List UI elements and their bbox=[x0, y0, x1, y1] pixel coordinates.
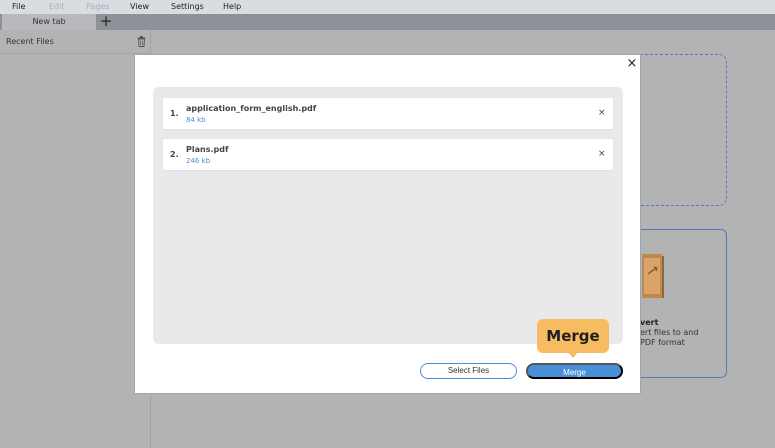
convert-description: ert files to and PDF format bbox=[640, 328, 699, 347]
sidebar-title: Recent Files bbox=[6, 37, 54, 46]
convert-file-icon bbox=[642, 254, 664, 298]
file-index: 1. bbox=[170, 109, 179, 118]
close-icon[interactable]: × bbox=[626, 57, 638, 70]
merge-tooltip: Merge bbox=[537, 319, 609, 353]
file-list: 1. application_form_english.pdf 84 kb × … bbox=[153, 87, 623, 344]
sidebar-header: Recent Files bbox=[0, 30, 150, 54]
file-list-item[interactable]: 2. Plans.pdf 246 kb × bbox=[163, 139, 613, 170]
file-name: Plans.pdf bbox=[186, 145, 229, 154]
file-list-item[interactable]: 1. application_form_english.pdf 84 kb × bbox=[163, 98, 613, 129]
menu-view[interactable]: View bbox=[130, 2, 149, 12]
tooltip-arrow bbox=[568, 352, 578, 358]
select-files-button[interactable]: Select Files bbox=[420, 363, 517, 379]
convert-card[interactable]: vert ert files to and PDF format bbox=[640, 229, 727, 378]
drop-zone[interactable] bbox=[640, 54, 727, 206]
remove-file-icon[interactable]: × bbox=[598, 149, 606, 159]
sidebar: Recent Files bbox=[0, 30, 151, 448]
remove-file-icon[interactable]: × bbox=[598, 108, 606, 118]
file-size: 84 kb bbox=[186, 116, 206, 124]
new-tab-button[interactable]: + bbox=[99, 14, 113, 30]
merge-button[interactable]: Merge bbox=[526, 363, 623, 379]
file-size: 246 kb bbox=[186, 157, 211, 165]
menu-file[interactable]: File bbox=[12, 2, 25, 12]
menu-edit[interactable]: Edit bbox=[49, 2, 65, 12]
menu-settings[interactable]: Settings bbox=[171, 2, 204, 12]
menu-bar: File Edit Pages View Settings Help bbox=[0, 0, 775, 14]
tab-bar: New tab + bbox=[0, 14, 775, 30]
convert-title: vert bbox=[640, 318, 659, 327]
trash-icon[interactable] bbox=[137, 36, 146, 47]
menu-help[interactable]: Help bbox=[223, 2, 241, 12]
menu-pages[interactable]: Pages bbox=[86, 2, 110, 12]
file-index: 2. bbox=[170, 150, 179, 159]
tab-new-tab[interactable]: New tab bbox=[2, 14, 96, 30]
file-name: application_form_english.pdf bbox=[186, 104, 317, 113]
